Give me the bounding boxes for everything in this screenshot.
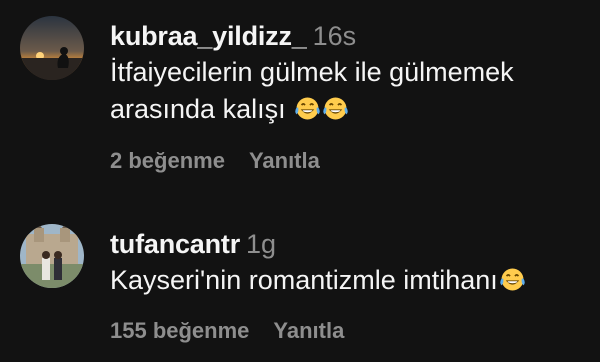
comment-body: tufancantr 1g Kayseri'nin romantizmle imt… <box>110 228 584 299</box>
comment-text: İtfaiyecilerin gülmek ile gülmemek arası… <box>110 54 584 128</box>
comment-actions: 2 beğenme Yanıtla <box>110 148 320 174</box>
comment-item: kubraa_yildizz_ 16s İtfaiyecilerin gülmek… <box>0 0 600 185</box>
face-with-tears-of-joy-icon <box>294 95 321 122</box>
face-with-tears-of-joy-icon <box>322 95 349 122</box>
avatar[interactable] <box>20 224 84 288</box>
username-link[interactable]: kubraa_yildizz_ <box>110 21 307 51</box>
avatar[interactable] <box>20 16 84 80</box>
reply-button[interactable]: Yanıtla <box>249 148 320 173</box>
likes-count-button[interactable]: 2 beğenme <box>110 148 225 173</box>
comment-body: kubraa_yildizz_ 16s İtfaiyecilerin gülmek… <box>110 20 584 128</box>
username-link[interactable]: tufancantr <box>110 229 240 259</box>
comment-header: kubraa_yildizz_ 16s <box>110 20 584 52</box>
likes-count-button[interactable]: 155 beğenme <box>110 318 249 343</box>
timestamp[interactable]: 1g <box>246 229 276 259</box>
comment-item: tufancantr 1g Kayseri'nin romantizmle imt… <box>0 210 600 362</box>
avatar-sunset-photo <box>20 16 84 80</box>
face-with-tears-of-joy-icon <box>499 266 526 293</box>
comment-actions: 155 beğenme Yanıtla <box>110 318 344 344</box>
comment-text: Kayseri'nin romantizmle imtihanı <box>110 262 584 299</box>
reply-button[interactable]: Yanıtla <box>273 318 344 343</box>
avatar-couple-photo <box>20 224 84 288</box>
timestamp[interactable]: 16s <box>313 21 357 51</box>
comment-text-content: Kayseri'nin romantizmle imtihanı <box>110 265 498 295</box>
comment-header: tufancantr 1g <box>110 228 584 260</box>
